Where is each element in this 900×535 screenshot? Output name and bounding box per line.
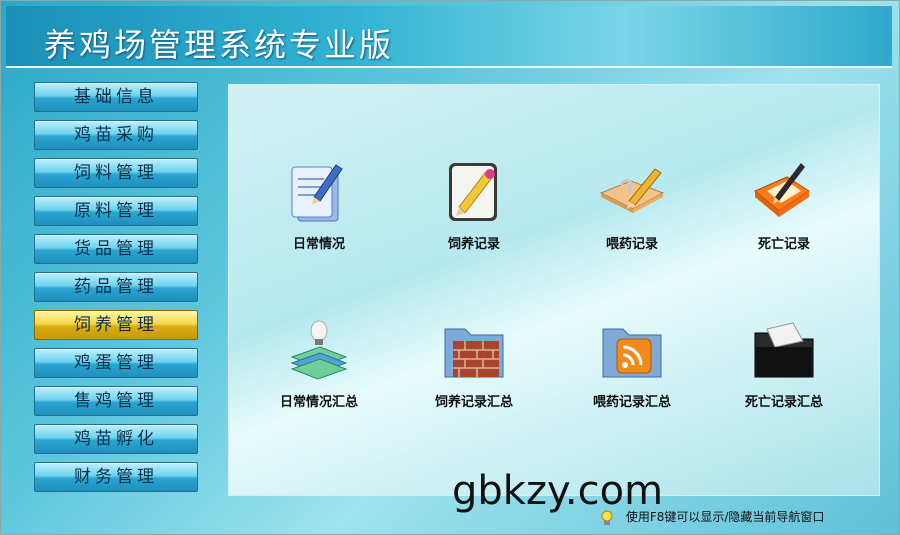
- nav-item-goods[interactable]: 货品管理: [34, 234, 198, 264]
- nav-item-eggs[interactable]: 鸡蛋管理: [34, 348, 198, 378]
- tile-death-summary[interactable]: 死亡记录汇总: [719, 315, 849, 410]
- main-panel: 日常情况 饲养记录 喂药记录 死亡记录 日常情况汇总 饲养记录汇总 喂药记录汇总…: [228, 84, 880, 496]
- edit-document-icon: [449, 163, 497, 221]
- tile-daily-summary[interactable]: 日常情况汇总: [254, 315, 384, 410]
- folder-pen-icon: [754, 163, 810, 217]
- nav-item-finance[interactable]: 财务管理: [34, 462, 198, 492]
- tile-label: 死亡记录汇总: [744, 395, 823, 410]
- tile-medicine-summary[interactable]: 喂药记录汇总: [567, 315, 697, 410]
- nav-item-feed[interactable]: 饲料管理: [34, 158, 198, 188]
- tile-label: 死亡记录: [757, 237, 810, 252]
- title-bar: 养鸡场管理系统专业版: [6, 6, 892, 68]
- tile-medicine-record[interactable]: 喂药记录: [567, 157, 697, 252]
- nav-item-raw-material[interactable]: 原料管理: [34, 196, 198, 226]
- status-hint-text: 使用F8键可以显示/隐藏当前导航窗口: [625, 510, 825, 524]
- tile-death-record[interactable]: 死亡记录: [719, 157, 849, 252]
- nav-item-basic-info[interactable]: 基础信息: [34, 82, 198, 112]
- notebook-pencil-icon: [599, 168, 665, 213]
- lightbulb-icon: [601, 510, 613, 525]
- tile-label: 日常情况: [292, 237, 345, 252]
- books-bulb-icon: [290, 320, 348, 380]
- nav-item-chick-purchase[interactable]: 鸡苗采购: [34, 120, 198, 150]
- nav-item-hatching[interactable]: 鸡苗孵化: [34, 424, 198, 454]
- brick-folder-icon: [444, 328, 504, 378]
- nav-item-raising[interactable]: 饲养管理: [34, 310, 198, 340]
- documents-pen-icon: [291, 164, 343, 222]
- nav-item-medicine[interactable]: 药品管理: [34, 272, 198, 302]
- app-title: 养鸡场管理系统专业版: [44, 26, 395, 64]
- tile-label: 喂药记录: [605, 237, 658, 252]
- sidebar-nav: 基础信息 鸡苗采购 饲料管理 原料管理 货品管理 药品管理 饲养管理 鸡蛋管理 …: [34, 82, 200, 500]
- tile-raising-summary[interactable]: 饲养记录汇总: [409, 315, 539, 410]
- tile-label: 饲养记录汇总: [434, 395, 513, 410]
- tile-label: 饲养记录: [447, 237, 500, 252]
- black-folder-icon: [754, 322, 814, 378]
- rss-folder-icon: [602, 328, 662, 378]
- status-hint: 使用F8键可以显示/隐藏当前导航窗口: [598, 508, 824, 527]
- tile-label: 喂药记录汇总: [592, 395, 671, 410]
- nav-item-chicken-sales[interactable]: 售鸡管理: [34, 386, 198, 416]
- tile-daily-status[interactable]: 日常情况: [254, 157, 384, 252]
- tile-label: 日常情况汇总: [279, 395, 358, 410]
- tile-raising-record[interactable]: 饲养记录: [409, 157, 539, 252]
